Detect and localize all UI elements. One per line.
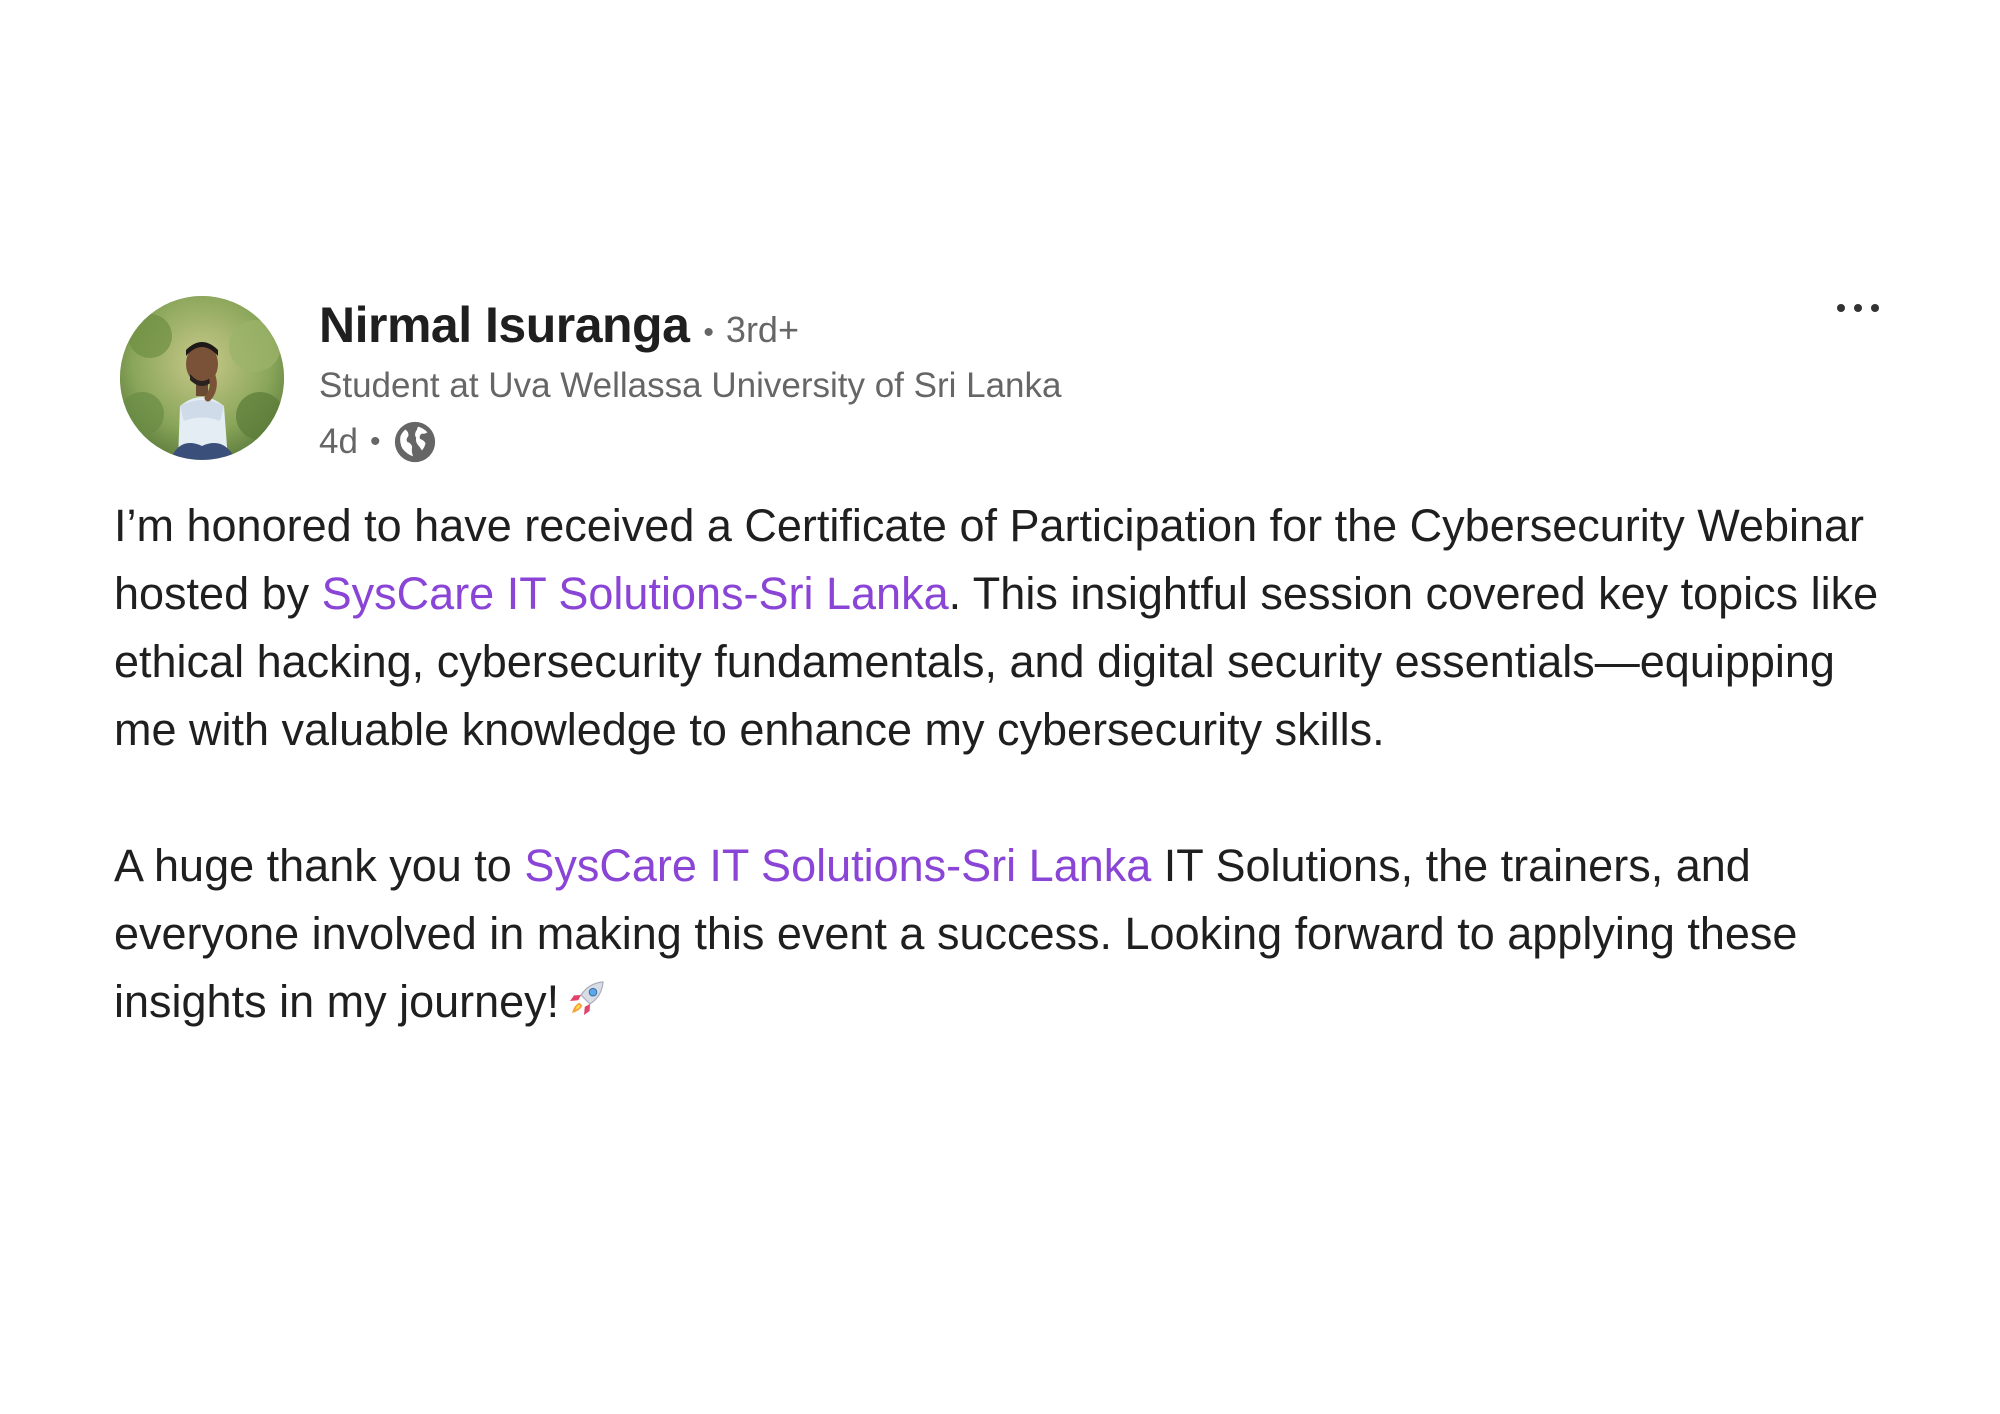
author-name[interactable]: Nirmal Isuranga <box>319 296 690 354</box>
profile-photo <box>120 296 284 460</box>
company-mention-link[interactable]: SysCare IT Solutions-Sri Lanka <box>322 568 949 619</box>
post-header: Nirmal Isuranga • 3rd+ Student at Uva We… <box>114 292 1894 463</box>
author-info: Nirmal Isuranga • 3rd+ Student at Uva We… <box>319 296 1061 466</box>
post-paragraph-1: I’m honored to have received a Certifica… <box>114 492 1894 764</box>
globe-icon <box>392 419 438 465</box>
avatar[interactable] <box>120 296 284 460</box>
company-mention-link[interactable]: SysCare IT Solutions-Sri Lanka <box>524 840 1151 891</box>
ellipsis-icon <box>1854 304 1862 312</box>
post-text: A huge thank you to <box>114 840 525 891</box>
separator-dot: • <box>369 425 381 458</box>
post-time: 4d <box>319 422 358 461</box>
post-paragraph-2: A huge thank you to SysCare IT Solutions… <box>114 832 1894 1036</box>
post-meta: 4d • <box>319 418 1061 466</box>
rocket-icon <box>563 974 611 1022</box>
more-options-button[interactable] <box>1822 286 1894 330</box>
ellipsis-icon <box>1837 304 1845 312</box>
ellipsis-icon <box>1871 304 1879 312</box>
post-body: I’m honored to have received a Certifica… <box>114 492 1894 1036</box>
separator-dot: • <box>703 316 714 349</box>
connection-degree: 3rd+ <box>725 309 799 350</box>
feed-post: Nirmal Isuranga • 3rd+ Student at Uva We… <box>114 292 1894 1036</box>
author-headline: Student at Uva Wellassa University of Sr… <box>319 366 1062 405</box>
author-name-line: Nirmal Isuranga • 3rd+ <box>319 296 1061 356</box>
